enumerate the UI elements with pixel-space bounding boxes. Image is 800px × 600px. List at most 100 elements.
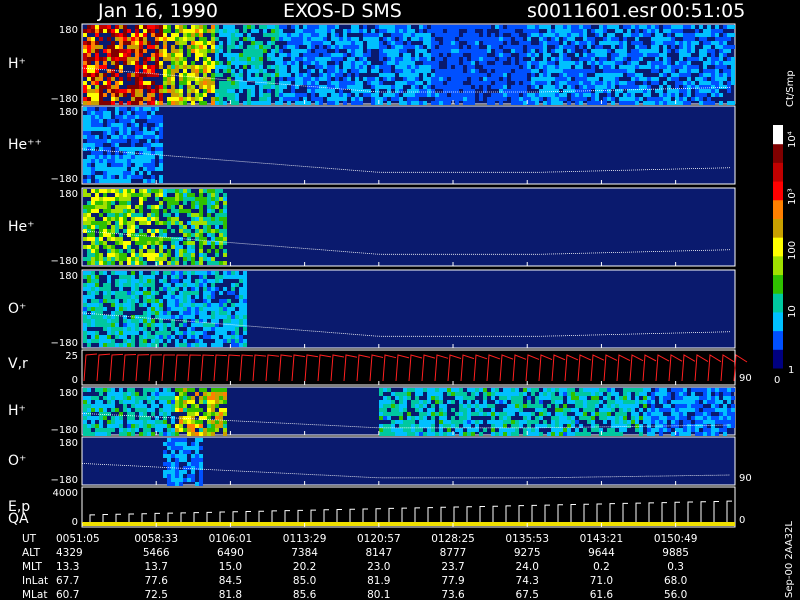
heatmap-cell [167, 29, 171, 33]
heatmap-cell [191, 69, 195, 73]
heatmap-cell [679, 89, 683, 93]
heatmap-cell [371, 97, 375, 101]
heatmap-cell [187, 45, 191, 49]
heatmap-cell [471, 33, 475, 37]
heatmap-cell [199, 229, 203, 233]
heatmap-cell [639, 388, 643, 392]
heatmap-cell [187, 420, 191, 424]
heatmap-cell [435, 101, 439, 105]
heatmap-cell [403, 404, 407, 408]
heatmap-cell [195, 287, 199, 291]
heatmap-cell [631, 101, 635, 105]
heatmap-cell [151, 65, 155, 69]
heatmap-cell [487, 101, 491, 105]
heatmap-cell [423, 49, 427, 53]
heatmap-cell [507, 25, 511, 29]
heatmap-cell [667, 408, 671, 412]
heatmap-cell [147, 408, 151, 412]
heatmap-cell [379, 388, 383, 392]
heatmap-cell [115, 279, 119, 283]
heatmap-cell [215, 213, 219, 217]
heatmap-cell [651, 392, 655, 396]
heatmap-cell [323, 57, 327, 61]
heatmap-cell [691, 428, 695, 432]
heatmap-cell [131, 412, 135, 416]
heatmap-cell [651, 408, 655, 412]
heatmap-cell [155, 315, 159, 319]
heatmap-cell [455, 69, 459, 73]
heatmap-cell [91, 115, 95, 119]
heatmap-cell [195, 197, 199, 201]
heatmap-cell [135, 163, 139, 167]
heatmap-cell [267, 25, 271, 29]
heatmap-cell [107, 396, 111, 400]
heatmap-cell [159, 221, 163, 225]
heatmap-cell [687, 77, 691, 81]
heatmap-cell [95, 175, 99, 179]
heatmap-cell [311, 77, 315, 81]
heatmap-cell [215, 101, 219, 105]
heatmap-cell [155, 45, 159, 49]
heatmap-cell [139, 37, 143, 41]
heatmap-cell [179, 400, 183, 404]
heatmap-cell [655, 428, 659, 432]
heatmap-cell [683, 416, 687, 420]
heatmap-cell [399, 428, 403, 432]
heatmap-cell [107, 261, 111, 265]
heatmap-cell [727, 45, 731, 49]
heatmap-cell [471, 61, 475, 65]
heatmap-cell [151, 57, 155, 61]
heatmap-cell [135, 213, 139, 217]
heatmap-cell [471, 81, 475, 85]
heatmap-cell [327, 57, 331, 61]
heatmap-cell [723, 41, 727, 45]
heatmap-cell [99, 179, 103, 183]
heatmap-cell [91, 139, 95, 143]
heatmap-cell [719, 65, 723, 69]
heatmap-cell [203, 412, 207, 416]
heatmap-cell [615, 77, 619, 81]
heatmap-cell [615, 93, 619, 97]
heatmap-cell [635, 404, 639, 408]
heatmap-cell [339, 37, 343, 41]
heatmap-cell [271, 37, 275, 41]
heatmap-cell [243, 295, 247, 299]
heatmap-cell [575, 428, 579, 432]
heatmap-cell [95, 319, 99, 323]
heatmap-cell [135, 33, 139, 37]
heatmap-cell [543, 89, 547, 93]
heatmap-cell [119, 155, 123, 159]
heatmap-cell [435, 41, 439, 45]
heatmap-cell [695, 77, 699, 81]
heatmap-cell [135, 127, 139, 131]
heatmap-cell [147, 69, 151, 73]
heatmap-cell [347, 37, 351, 41]
heatmap-cell [579, 73, 583, 77]
heatmap-cell [503, 97, 507, 101]
heatmap-cell [123, 147, 127, 151]
heatmap-cell [131, 432, 135, 436]
heatmap-cell [319, 69, 323, 73]
heatmap-cell [415, 400, 419, 404]
heatmap-cell [91, 241, 95, 245]
heatmap-cell [127, 175, 131, 179]
heatmap-cell [523, 420, 527, 424]
heatmap-cell [439, 33, 443, 37]
heatmap-cell [443, 37, 447, 41]
heatmap-cell [587, 37, 591, 41]
heatmap-cell [243, 331, 247, 335]
heatmap-cell [151, 33, 155, 37]
heatmap-cell [159, 303, 163, 307]
heatmap-cell [647, 29, 651, 33]
heatmap-cell [703, 416, 707, 420]
heatmap-cell [171, 65, 175, 69]
heatmap-cell [391, 45, 395, 49]
heatmap-cell [603, 432, 607, 436]
heatmap-cell [107, 209, 111, 213]
heatmap-cell [99, 319, 103, 323]
heatmap-cell [671, 29, 675, 33]
heatmap-cell [203, 69, 207, 73]
heatmap-cell [119, 41, 123, 45]
heatmap-cell [91, 275, 95, 279]
heatmap-cell [535, 404, 539, 408]
